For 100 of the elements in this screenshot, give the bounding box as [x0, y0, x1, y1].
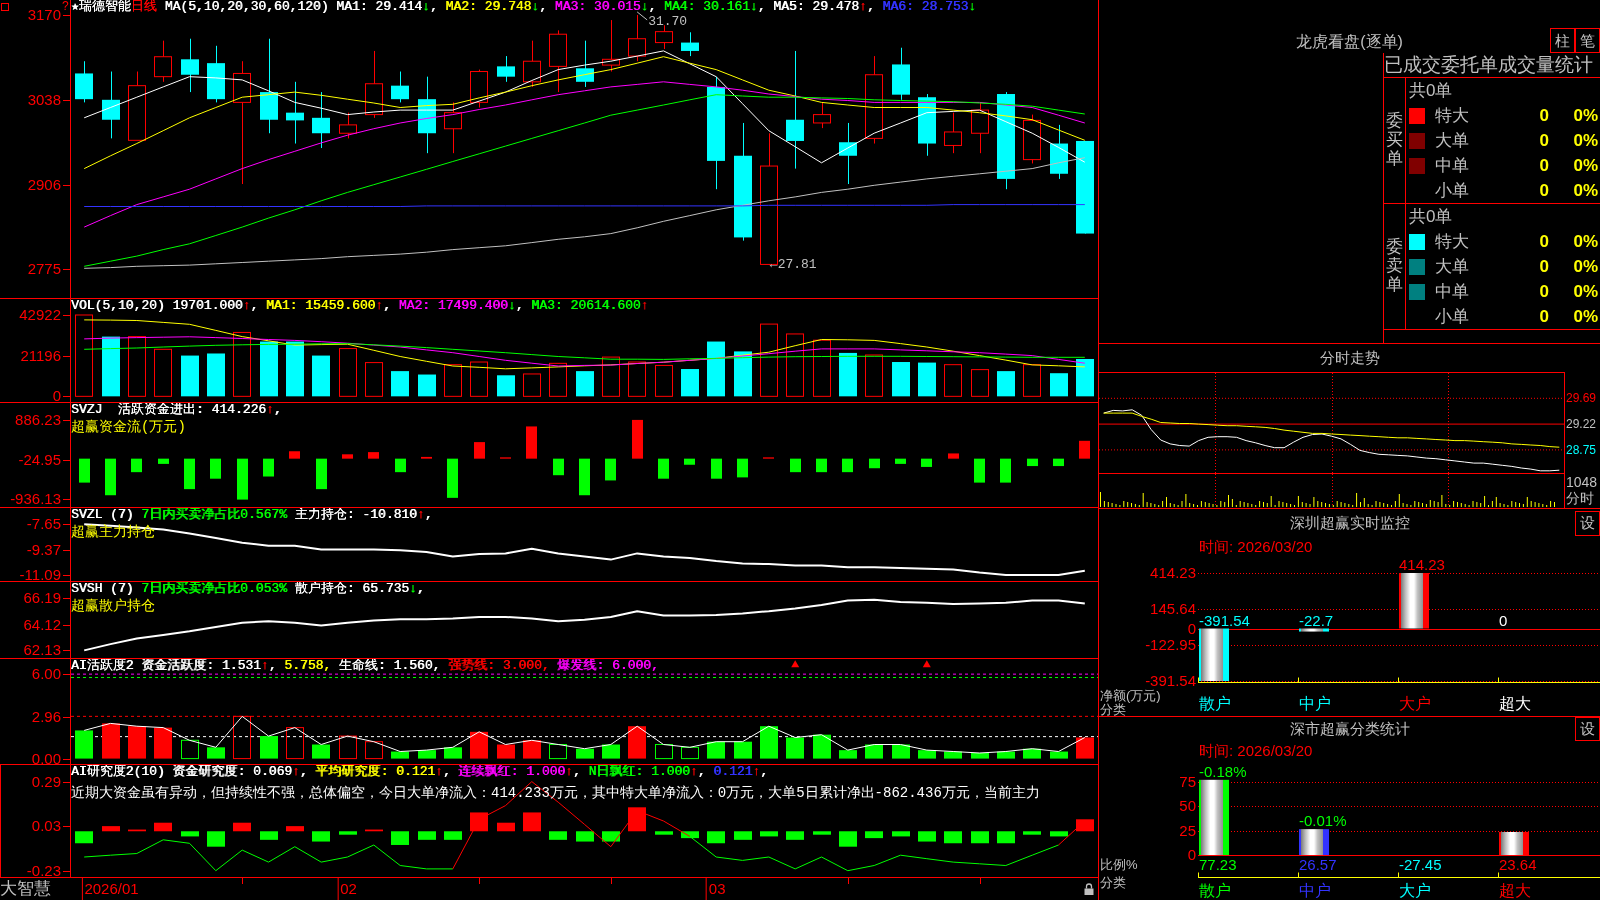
indicator-bar	[971, 752, 989, 759]
indicator-bar	[181, 831, 199, 837]
axis-label: 64.12	[23, 616, 61, 633]
candlestick	[286, 81, 304, 145]
volume-bar	[497, 375, 515, 397]
indicator-bar	[602, 831, 620, 842]
category-label: 超大	[1499, 882, 1531, 900]
indicator-bar	[786, 737, 804, 759]
indicator-bar	[997, 831, 1015, 844]
indicator-bar	[233, 715, 251, 760]
view-toggle-button[interactable]: 笔	[1575, 28, 1600, 53]
help-mark[interactable]: ?	[62, 0, 69, 12]
date-label: 2026/01	[81, 878, 140, 900]
fund-flow-bar	[895, 458, 906, 464]
candlestick	[497, 55, 515, 83]
order-share: 0%	[1572, 130, 1598, 151]
indicator-bar	[286, 727, 304, 760]
candlestick	[576, 40, 594, 88]
axis-label: 145.64	[1150, 602, 1196, 616]
view-toggle-button[interactable]: 柱	[1550, 28, 1575, 53]
axis-title: 分类	[1100, 876, 1126, 890]
indicator-bar	[75, 831, 93, 844]
volume-bar	[181, 355, 199, 397]
volume-bar	[971, 369, 989, 397]
indicator-bar	[865, 831, 883, 839]
fund-flow-bar	[316, 458, 327, 490]
indicator-bar	[971, 831, 989, 844]
volume-bar	[391, 371, 409, 397]
indicator-bar	[734, 831, 752, 840]
settings-button[interactable]: 设	[1575, 511, 1600, 536]
fund-flow-bar	[605, 458, 616, 481]
change-label: -0.18%	[1199, 763, 1247, 779]
volume-bar	[418, 374, 436, 397]
fund-flow-bar	[1027, 458, 1038, 467]
indicator-title: 超赢资金流(万元)	[71, 419, 186, 435]
volume-bar	[655, 364, 673, 397]
volume-bar	[576, 371, 594, 397]
indicator-bar	[181, 739, 199, 760]
axis-label: 2.96	[31, 708, 61, 725]
indicator-bar	[523, 812, 541, 832]
volume-bar	[365, 362, 383, 397]
indicator-bar	[602, 744, 620, 759]
fund-flow-bar	[184, 458, 195, 490]
axis-label: 75	[1179, 775, 1196, 789]
panel-title: 深圳超赢实时监控	[1289, 513, 1410, 533]
indicator-bar	[813, 831, 831, 835]
volume-bar	[102, 336, 120, 397]
axis-label: 0	[1187, 621, 1196, 636]
axis-label: -7.65	[26, 516, 61, 533]
indicator-bar	[1076, 737, 1094, 759]
order-size-label: 大单	[1435, 130, 1470, 151]
candlestick	[944, 112, 962, 154]
candlestick	[365, 50, 383, 119]
axis-label: 29.22	[1566, 417, 1597, 431]
indicator-bar	[418, 831, 436, 840]
fund-flow-bar	[263, 458, 274, 477]
indicator-bar	[839, 750, 857, 759]
fund-flow-bar	[974, 458, 985, 483]
order-share: 0%	[1572, 105, 1598, 126]
order-total: 共0单	[1409, 206, 1454, 228]
volume-bar	[470, 361, 488, 397]
indicator-title: 超赢主力持仓	[71, 524, 155, 540]
indicator-bar	[260, 736, 278, 759]
axis-label: 414.23	[1150, 566, 1196, 580]
axis-label: 0	[1187, 848, 1196, 862]
chart-legend: VOL(5,10,20) 19701.000↑, MA1: 15459.600↑, MA2: 17499.400↓, MA3: 20614.600↑	[71, 299, 649, 313]
fund-flow-bar	[790, 458, 801, 473]
indicator-bar	[1076, 819, 1094, 832]
fund-flow-bar	[869, 458, 880, 469]
order-count: 0	[1538, 130, 1549, 151]
fund-flow-bar	[684, 458, 695, 465]
indicator-bar	[760, 726, 778, 759]
settings-button[interactable]: 设	[1575, 717, 1600, 741]
indicator-bar	[655, 744, 673, 760]
candlestick	[523, 40, 541, 88]
candlestick	[128, 71, 146, 141]
indicator-bar	[1023, 831, 1041, 835]
chart-bar	[1399, 573, 1429, 629]
fund-flow-bar	[632, 419, 643, 459]
candlestick	[971, 101, 989, 154]
axis-label: 3170	[27, 6, 61, 23]
fund-flow-bar	[131, 458, 142, 473]
order-size-label: 中单	[1435, 281, 1470, 302]
indicator-bar	[839, 831, 857, 847]
volume-bar	[549, 362, 567, 397]
indicator-bar	[312, 744, 330, 759]
volume-bar	[707, 341, 725, 397]
date-label: 02	[337, 878, 358, 900]
indicator-bar	[944, 831, 962, 844]
indicator-bar	[707, 741, 725, 759]
indicator-bar	[760, 831, 778, 837]
axis-label: -9.37	[26, 541, 61, 558]
fund-flow-bar	[1079, 440, 1090, 459]
order-count: 0	[1538, 281, 1549, 302]
indicator-bar	[497, 744, 515, 759]
order-share: 0%	[1572, 281, 1598, 302]
fund-flow-bar	[816, 458, 827, 473]
value-label: -27.45	[1399, 857, 1442, 872]
axis-label: 886.23	[15, 412, 61, 429]
indicator-bar	[576, 831, 594, 842]
